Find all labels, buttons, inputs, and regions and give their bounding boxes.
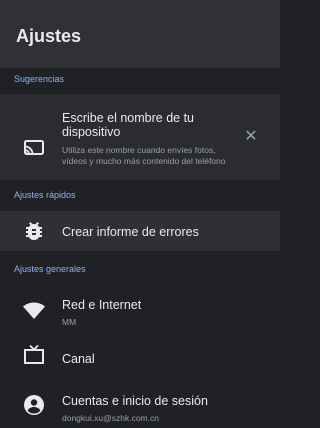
quick-item-label: Crear informe de errores [62,225,199,239]
tv-icon [24,344,44,364]
suggestion-desc-line2: vídeos y mucho más contenido del teléfon… [62,156,226,166]
close-icon[interactable]: ✕ [243,129,259,145]
page-title: Ajustes [16,26,82,46]
section-label-quick: Ajustes rápidos [14,190,76,200]
section-label-general: Ajustes generales [14,264,86,274]
cast-icon [24,140,44,155]
accounts-sub: dongkui.xu@szhk.com.cn [62,413,159,423]
app-header: Ajustes [0,0,280,68]
section-label-suggestions: Sugerencias [14,74,65,84]
account-icon [24,395,44,415]
bug-icon [26,222,42,241]
suggestion-title-line2: dispositivo [62,125,121,139]
network-label: Red e Internet [62,298,142,312]
accounts-label: Cuentas e inicio de sesión [62,394,208,408]
network-sub: MM [62,317,77,327]
channel-label: Canal [62,352,95,366]
wifi-icon [23,302,45,319]
suggestion-desc-line1: Utiliza este nombre cuando envíes fotos, [62,145,216,155]
